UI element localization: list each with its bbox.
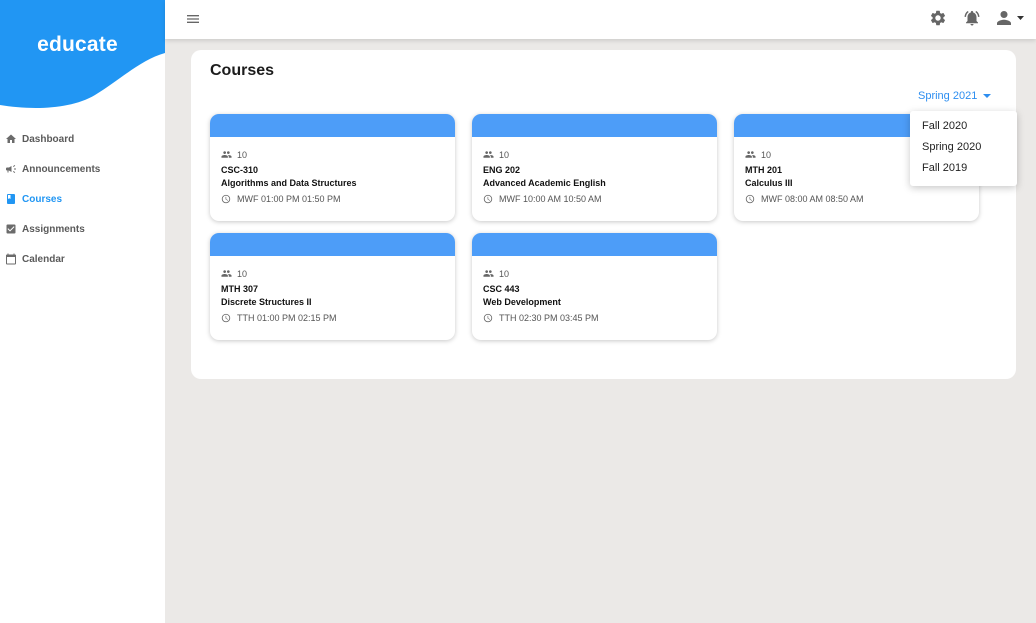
course-code: MTH 201 <box>745 165 783 175</box>
course-card[interactable]: 10 MTH 307 Discrete Structures II TTH 01… <box>210 233 455 340</box>
sidebar-item-assignments[interactable]: Assignments <box>0 214 165 244</box>
book-icon <box>5 193 17 205</box>
clock-icon <box>221 313 231 323</box>
people-icon <box>483 270 494 277</box>
course-schedule: MWF 08:00 AM 08:50 AM <box>745 194 864 204</box>
clock-icon <box>483 313 493 323</box>
course-code: CSC-310 <box>221 165 259 175</box>
top-app-bar <box>165 0 1036 39</box>
clock-icon <box>221 194 231 204</box>
course-card-header <box>210 233 455 256</box>
student-count-value: 10 <box>761 149 772 160</box>
student-count-value: 10 <box>237 268 248 279</box>
course-code: ENG 202 <box>483 165 521 175</box>
megaphone-icon <box>5 163 17 175</box>
term-option-fall-2020[interactable]: Fall 2020 <box>910 116 1017 137</box>
sidebar-item-label: Calendar <box>22 253 65 265</box>
sidebar-item-calendar[interactable]: Calendar <box>0 244 165 274</box>
course-code: MTH 307 <box>221 284 259 294</box>
sidebar-item-label: Assignments <box>22 223 85 235</box>
student-count: 10 <box>483 268 509 279</box>
people-icon <box>221 270 232 277</box>
course-name: Discrete Structures II <box>221 297 312 307</box>
course-card-header <box>210 114 455 137</box>
home-icon <box>5 133 17 145</box>
student-count: 10 <box>745 149 771 160</box>
sidebar: educate Dashboard Announcements Courses … <box>0 0 165 623</box>
course-schedule: MWF 01:00 PM 01:50 PM <box>221 194 341 204</box>
sidebar-item-label: Courses <box>22 193 63 205</box>
course-card[interactable]: 10 CSC-310 Algorithms and Data Structure… <box>210 114 455 221</box>
course-name: Web Development <box>483 297 561 307</box>
course-schedule-text: TTH 01:00 PM 02:15 PM <box>237 313 337 323</box>
course-name: Advanced Academic English <box>483 178 606 188</box>
sidebar-item-dashboard[interactable]: Dashboard <box>0 124 165 154</box>
student-count-value: 10 <box>499 149 510 160</box>
sidebar-item-label: Dashboard <box>22 133 75 145</box>
user-account-icon[interactable] <box>995 9 1029 27</box>
course-schedule: TTH 01:00 PM 02:15 PM <box>221 313 337 323</box>
course-name: Algorithms and Data Structures <box>221 178 357 188</box>
people-icon <box>483 151 494 158</box>
course-card-header <box>472 233 717 256</box>
calendar-icon <box>5 253 17 265</box>
term-dropdown-menu: Fall 2020 Spring 2020 Fall 2019 <box>910 111 1017 186</box>
clock-icon <box>483 194 493 204</box>
course-schedule-text: TTH 02:30 PM 03:45 PM <box>499 313 599 323</box>
student-count: 10 <box>221 149 247 160</box>
student-count-value: 10 <box>237 149 248 160</box>
sidebar-item-label: Announcements <box>22 163 101 175</box>
course-schedule: TTH 02:30 PM 03:45 PM <box>483 313 599 323</box>
course-schedule-text: MWF 08:00 AM 08:50 AM <box>761 194 864 204</box>
clock-icon <box>745 194 755 204</box>
term-option-spring-2020[interactable]: Spring 2020 <box>910 137 1017 158</box>
app-logo-text[interactable]: educate <box>0 33 155 57</box>
course-schedule-text: MWF 10:00 AM 10:50 AM <box>499 194 602 204</box>
student-count-value: 10 <box>499 268 510 279</box>
term-select-value: Spring 2021 <box>918 90 978 102</box>
people-icon <box>221 151 232 158</box>
menu-icon[interactable] <box>185 11 201 27</box>
sidebar-nav: Dashboard Announcements Courses Assignme… <box>0 124 165 274</box>
checkbox-icon <box>5 223 17 235</box>
course-card[interactable]: 10 ENG 202 Advanced Academic English MWF… <box>472 114 717 221</box>
chevron-down-icon <box>983 94 992 98</box>
page-title: Courses <box>210 62 275 79</box>
term-select[interactable]: Spring 2021 <box>918 90 992 102</box>
student-count: 10 <box>483 149 509 160</box>
course-card[interactable]: 10 CSC 443 Web Development TTH 02:30 PM … <box>472 233 717 340</box>
course-schedule: MWF 10:00 AM 10:50 AM <box>483 194 602 204</box>
course-schedule-text: MWF 01:00 PM 01:50 PM <box>237 194 341 204</box>
notification-bell-icon[interactable] <box>963 9 981 27</box>
student-count: 10 <box>221 268 247 279</box>
course-name: Calculus III <box>745 178 793 188</box>
people-icon <box>745 151 756 158</box>
term-option-fall-2019[interactable]: Fall 2019 <box>910 158 1017 179</box>
course-code: CSC 443 <box>483 284 520 294</box>
sidebar-item-announcements[interactable]: Announcements <box>0 154 165 184</box>
course-card-header <box>472 114 717 137</box>
sidebar-item-courses[interactable]: Courses <box>0 184 165 214</box>
settings-gear-icon[interactable] <box>929 9 947 27</box>
